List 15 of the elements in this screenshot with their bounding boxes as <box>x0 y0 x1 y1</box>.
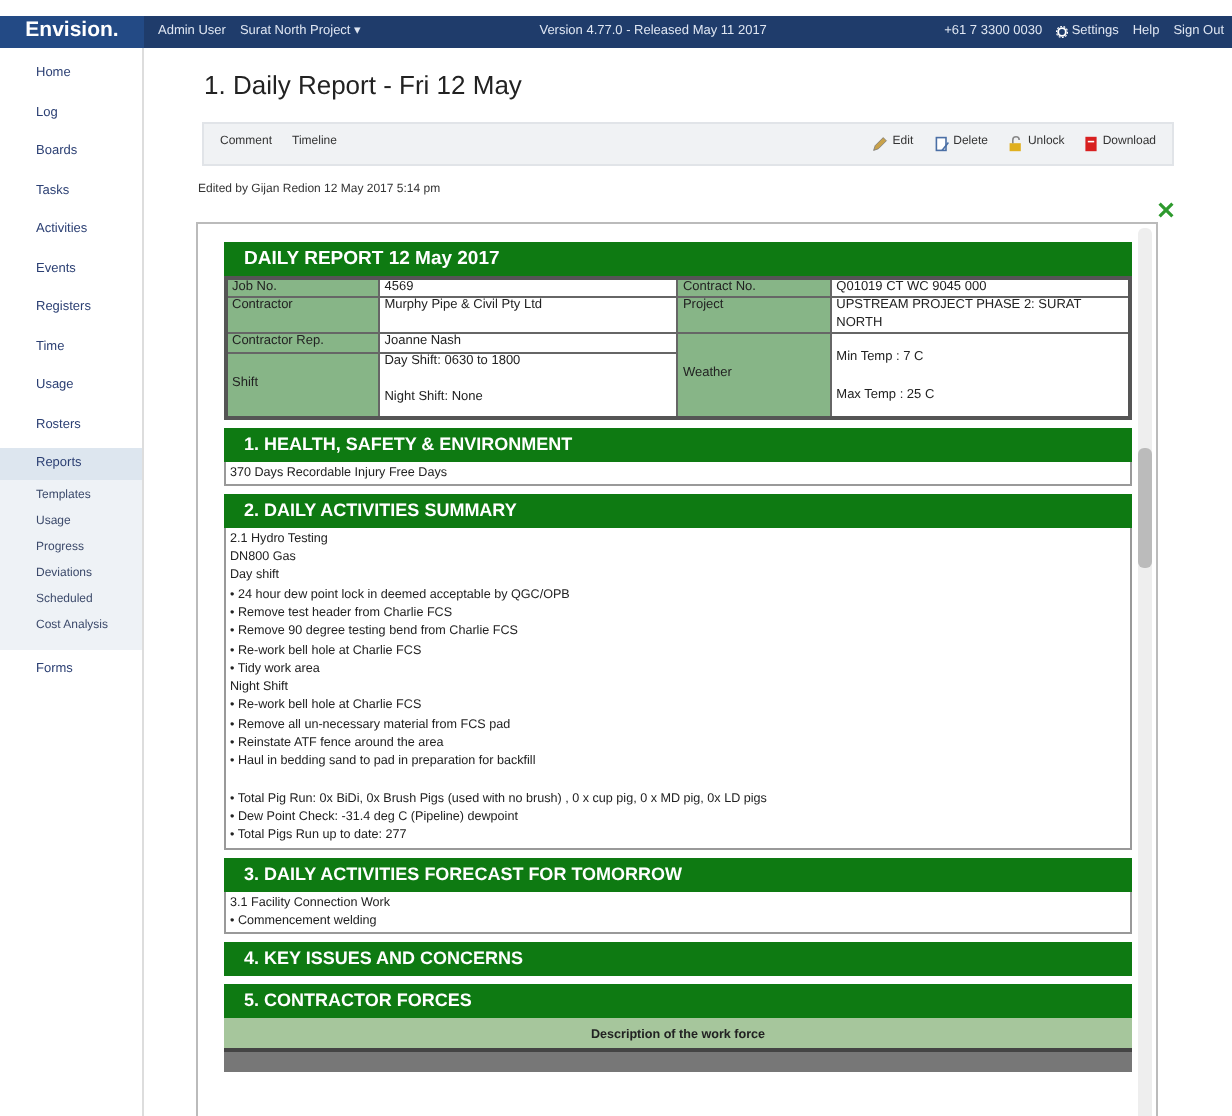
settings-icon <box>1056 26 1069 38</box>
pdf-icon <box>1084 135 1099 151</box>
scrollbar[interactable] <box>1138 227 1152 1116</box>
page-title: 1. Daily Report - Fri 12 May <box>204 68 524 104</box>
section-heading: 4. KEY ISSUES AND CONCERNS <box>224 942 1132 977</box>
lock-icon <box>1007 135 1024 151</box>
section-heading: 1. HEALTH, SAFETY & ENVIRONMENT <box>224 427 1132 461</box>
expand-icon[interactable] <box>1158 201 1174 217</box>
pencil-icon <box>872 135 889 151</box>
report-title: DAILY REPORT 12 May 2017 <box>224 241 1132 275</box>
document-icon <box>933 135 950 151</box>
section-heading: 5. CONTRACTOR FORCES <box>224 984 1132 1019</box>
section-heading: 2. DAILY ACTIVITIES SUMMARY <box>224 493 1132 528</box>
section-heading: 3. DAILY ACTIVITIES FORECAST FOR TOMORROW <box>224 857 1132 892</box>
logo[interactable]: Envision. <box>0 16 144 48</box>
